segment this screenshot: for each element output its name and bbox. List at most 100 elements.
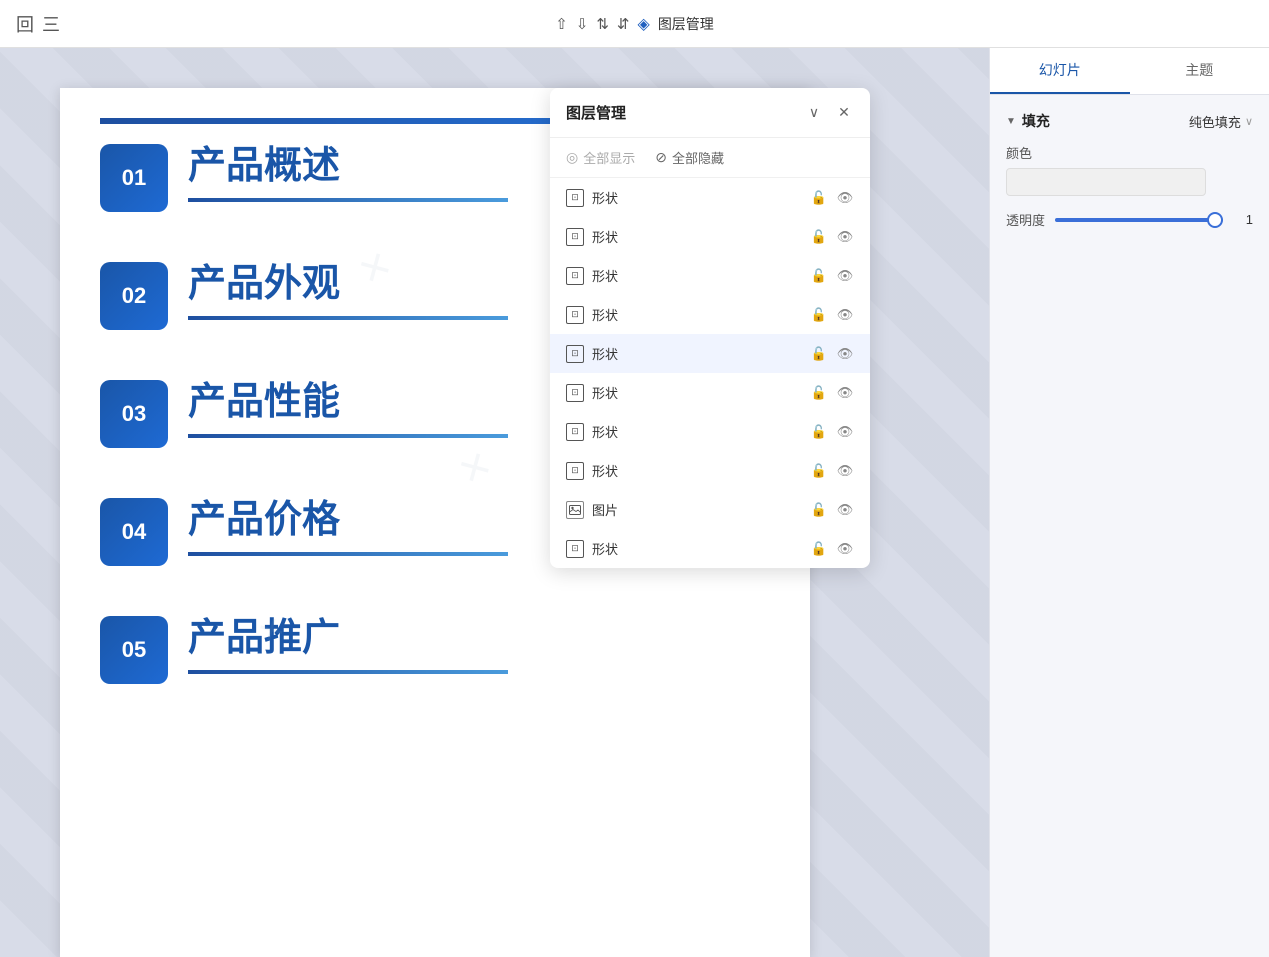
eye-icon: ◎	[566, 149, 578, 166]
main-area: 01 产品概述 02 产品外观 03	[0, 48, 1269, 957]
right-panel-content: 填充 纯色填充 ∨ 颜色 透明度 1	[990, 95, 1269, 957]
layer-eye-icon-3[interactable]: 👁	[836, 267, 854, 285]
toolbar-icon-back[interactable]: 回	[16, 11, 34, 37]
layer-eye-icon-4[interactable]: 👁	[836, 306, 854, 324]
layer-item-name-7: 形状	[592, 422, 802, 441]
hide-all-label: 全部隐藏	[672, 148, 724, 167]
fill-chevron-icon: ∨	[1245, 115, 1253, 128]
layer-item-5[interactable]: ⊡ 形状 🔓 👁	[550, 334, 870, 373]
layer-shape-icon-6: ⊡	[566, 384, 584, 402]
slide-item-5[interactable]: 05 产品推广	[100, 616, 770, 684]
eye-slash-icon: ⊘	[655, 149, 667, 166]
layer-item-6[interactable]: ⊡ 形状 🔓 👁	[550, 373, 870, 412]
layer-item-actions-6: 🔓 👁	[810, 384, 854, 402]
slide-num-box-4: 04	[100, 498, 168, 566]
layer-panel-collapse-btn[interactable]: ∨	[804, 103, 824, 123]
right-panel: 幻灯片 主题 填充 纯色填充 ∨ 颜色	[989, 48, 1269, 957]
toolbar-down-icon[interactable]: ⇩	[576, 15, 589, 33]
layer-item-1[interactable]: ⊡ 形状 🔓 👁	[550, 178, 870, 217]
layer-item-actions-2: 🔓 👁	[810, 228, 854, 246]
layer-lock-icon-10[interactable]: 🔓	[810, 540, 828, 558]
layer-item-10[interactable]: ⊡ 形状 🔓 👁	[550, 529, 870, 568]
layer-shape-icon-10: ⊡	[566, 540, 584, 558]
toolbar-icon-menu[interactable]: 三	[42, 11, 60, 37]
color-row: 颜色	[1006, 143, 1253, 196]
layer-item-9[interactable]: 图片 🔓 👁	[550, 490, 870, 529]
layer-shape-icon-5: ⊡	[566, 345, 584, 363]
layer-actions: ◎ 全部显示 ⊘ 全部隐藏	[550, 138, 870, 178]
slide-item-underline-5	[188, 670, 508, 674]
layer-item-name-6: 形状	[592, 383, 802, 402]
slide-item-text-5: 产品推广	[188, 616, 770, 674]
layer-eye-icon-9[interactable]: 👁	[836, 501, 854, 519]
layer-lock-icon-7[interactable]: 🔓	[810, 423, 828, 441]
layer-item-name-8: 形状	[592, 461, 802, 480]
layer-eye-icon-1[interactable]: 👁	[836, 189, 854, 207]
layer-item-3[interactable]: ⊡ 形状 🔓 👁	[550, 256, 870, 295]
layer-item-name-10: 形状	[592, 539, 802, 558]
toolbar-title: ⇧ ⇩ ⇅ ⇵ ◈ 图层管理	[555, 14, 714, 34]
layer-item-name-4: 形状	[592, 305, 802, 324]
layer-item-name-1: 形状	[592, 188, 802, 207]
layer-lock-icon-2[interactable]: 🔓	[810, 228, 828, 246]
layer-eye-icon-6[interactable]: 👁	[836, 384, 854, 402]
layer-item-8[interactable]: ⊡ 形状 🔓 👁	[550, 451, 870, 490]
toolbar-layers-icon: ◈	[638, 14, 650, 34]
canvas-area: 01 产品概述 02 产品外观 03	[0, 48, 989, 957]
fill-section-value[interactable]: 纯色填充 ∨	[1189, 112, 1253, 131]
layer-lock-icon-8[interactable]: 🔓	[810, 462, 828, 480]
opacity-value: 1	[1233, 212, 1253, 227]
toolbar-layer-label: 图层管理	[658, 14, 714, 34]
right-panel-tabs: 幻灯片 主题	[990, 48, 1269, 95]
slide-item-underline-1	[188, 198, 508, 202]
tab-slideshow[interactable]: 幻灯片	[990, 48, 1130, 94]
layer-item-name-2: 形状	[592, 227, 802, 246]
layer-item-actions-9: 🔓 👁	[810, 501, 854, 519]
fill-type-label: 纯色填充	[1189, 112, 1241, 131]
opacity-slider[interactable]	[1055, 218, 1223, 222]
layer-item-actions-4: 🔓 👁	[810, 306, 854, 324]
toolbar-swap-icon[interactable]: ⇅	[596, 15, 609, 33]
layer-item-actions-3: 🔓 👁	[810, 267, 854, 285]
layer-panel-controls: ∨ ✕	[804, 103, 854, 123]
toolbar-up-icon[interactable]: ⇧	[555, 15, 568, 33]
layer-item-actions-1: 🔓 👁	[810, 189, 854, 207]
color-swatch[interactable]	[1006, 168, 1206, 196]
layer-item-2[interactable]: ⊡ 形状 🔓 👁	[550, 217, 870, 256]
layer-lock-icon-6[interactable]: 🔓	[810, 384, 828, 402]
layer-shape-icon-1: ⊡	[566, 189, 584, 207]
layer-item-7[interactable]: ⊡ 形状 🔓 👁	[550, 412, 870, 451]
toolbar: 回 三 ⇧ ⇩ ⇅ ⇵ ◈ 图层管理	[0, 0, 1269, 48]
layer-lock-icon-3[interactable]: 🔓	[810, 267, 828, 285]
opacity-label: 透明度	[1006, 210, 1045, 229]
layer-item-actions-7: 🔓 👁	[810, 423, 854, 441]
layer-item-4[interactable]: ⊡ 形状 🔓 👁	[550, 295, 870, 334]
layer-lock-icon-9[interactable]: 🔓	[810, 501, 828, 519]
layer-lock-icon-5[interactable]: 🔓	[810, 345, 828, 363]
layer-shape-icon-4: ⊡	[566, 306, 584, 324]
layer-shape-icon-2: ⊡	[566, 228, 584, 246]
layer-eye-icon-8[interactable]: 👁	[836, 462, 854, 480]
toolbar-swap2-icon[interactable]: ⇵	[617, 15, 630, 33]
layer-panel-header: 图层管理 ∨ ✕	[550, 88, 870, 138]
layer-lock-icon-4[interactable]: 🔓	[810, 306, 828, 324]
fill-section-title: 填充	[1006, 111, 1050, 131]
layer-eye-icon-2[interactable]: 👁	[836, 228, 854, 246]
color-swatch-row	[1006, 168, 1253, 196]
layer-eye-icon-10[interactable]: 👁	[836, 540, 854, 558]
tab-theme[interactable]: 主题	[1130, 48, 1269, 94]
opacity-row: 透明度 1	[1006, 210, 1253, 229]
layer-shape-icon-7: ⊡	[566, 423, 584, 441]
show-all-btn[interactable]: ◎ 全部显示	[566, 148, 635, 167]
slide-item-underline-3	[188, 434, 508, 438]
layer-eye-icon-7[interactable]: 👁	[836, 423, 854, 441]
layer-lock-icon-1[interactable]: 🔓	[810, 189, 828, 207]
toolbar-left-icons: 回 三	[16, 11, 60, 37]
layer-panel-close-btn[interactable]: ✕	[834, 103, 854, 123]
hide-all-btn[interactable]: ⊘ 全部隐藏	[655, 148, 724, 167]
layer-eye-icon-5[interactable]: 👁	[836, 345, 854, 363]
layer-shape-icon-8: ⊡	[566, 462, 584, 480]
layer-item-name-9: 图片	[592, 500, 802, 519]
fill-section: 填充 纯色填充 ∨ 颜色 透明度 1	[1006, 111, 1253, 229]
layer-item-actions-5: 🔓 👁	[810, 345, 854, 363]
